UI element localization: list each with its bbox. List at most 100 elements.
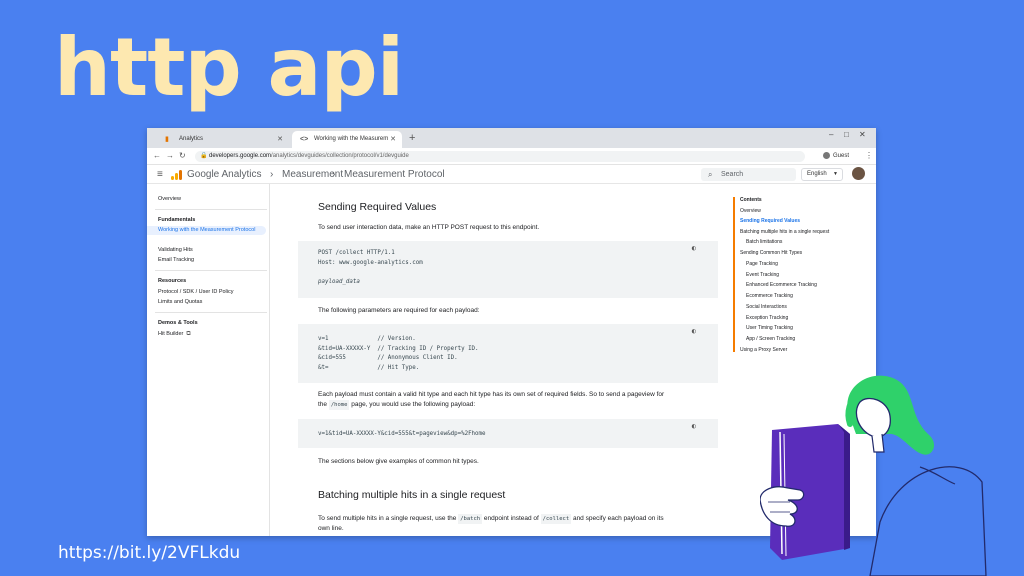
url-host: developers.google.com xyxy=(209,153,272,159)
close-tab-icon[interactable]: ✕ xyxy=(277,131,283,148)
nav-divider xyxy=(155,312,267,313)
more-menu-icon[interactable]: ⋮ xyxy=(865,151,873,160)
tab-analytics[interactable]: ▮ Analytics ✕ xyxy=(157,131,289,148)
breadcrumb-chevron-icon: › xyxy=(332,169,336,180)
paragraph: To send user interaction data, make an H… xyxy=(318,224,540,231)
nav-item-label: Hit Builder xyxy=(158,331,184,337)
nav-item-email-tracking[interactable]: Email Tracking xyxy=(158,257,266,264)
inline-code: /home xyxy=(328,400,350,410)
code-line: &tid=UA-XXXXX-Y // Tracking ID / Propert… xyxy=(318,345,479,352)
paragraph: The following parameters are required fo… xyxy=(318,307,480,314)
search-input[interactable]: ⌕ Search xyxy=(701,168,796,181)
close-tab-icon[interactable]: ✕ xyxy=(390,131,396,148)
toc-item[interactable]: Using a Proxy Server xyxy=(740,347,787,354)
toc-item[interactable]: App / Screen Tracking xyxy=(746,336,795,343)
toc-item[interactable]: Enhanced Ecommerce Tracking xyxy=(746,282,817,289)
profile-button[interactable]: Guest xyxy=(823,151,849,162)
toc-accent-bar xyxy=(733,197,735,352)
code-line: v=1&tid=UA-XXXXX-Y&cid=555&t=pageview&dp… xyxy=(318,431,486,437)
language-value: English xyxy=(807,171,827,177)
toc-item[interactable]: Exception Tracking xyxy=(746,315,788,322)
nav-item-validating-hits[interactable]: Validating Hits xyxy=(158,247,266,254)
theme-toggle-icon[interactable]: ◐ xyxy=(692,244,696,254)
toc-item[interactable]: Batch limitations xyxy=(746,239,782,246)
paragraph: To send multiple hits in a single reques… xyxy=(318,514,708,534)
paragraph-line: the /home page, you would use the follow… xyxy=(318,400,708,410)
back-icon[interactable]: ← xyxy=(153,151,161,161)
forward-icon[interactable]: → xyxy=(166,151,174,161)
avatar-icon xyxy=(823,151,830,159)
tab-label: Analytics xyxy=(179,136,204,142)
avatar[interactable] xyxy=(852,167,865,180)
nav-divider xyxy=(155,270,267,271)
code-block-pageview: ◐ v=1&tid=UA-XXXXX-Y&cid=555&t=pageview&… xyxy=(298,419,718,448)
paragraph: The sections below give examples of comm… xyxy=(318,458,479,465)
section-heading-batching: Batching multiple hits in a single reque… xyxy=(318,489,506,501)
short-url: https://bit.ly/2VFLkdu xyxy=(58,543,241,563)
profile-label: Guest xyxy=(833,153,850,159)
toc-item-active[interactable]: Sending Required Values xyxy=(740,218,800,225)
site-header: ≡ Google Analytics › Measurement › Measu… xyxy=(147,165,876,184)
code-block-post: ◐ POST /collect HTTP/1.1 Host: www.googl… xyxy=(298,241,718,298)
url-path: /analytics/devguides/collection/protocol… xyxy=(271,153,409,159)
google-analytics-logo-icon[interactable] xyxy=(171,170,183,180)
nav-item-working-with-measurement-protocol[interactable]: Working with the Measurement Protocol xyxy=(147,226,266,235)
code-block-params: ◐ v=1 // Version. &tid=UA-XXXXX-Y // Tra… xyxy=(298,324,718,383)
minimize-icon[interactable]: – xyxy=(829,130,833,139)
reload-icon[interactable]: ↻ xyxy=(179,151,186,161)
code-line: POST /collect HTTP/1.1 xyxy=(318,250,395,256)
toc-item[interactable]: Ecommerce Tracking xyxy=(746,293,793,300)
code-line: &t= // Hit Type. xyxy=(318,364,420,371)
toc-item[interactable]: User Timing Tracking xyxy=(746,325,793,332)
search-icon: ⌕ xyxy=(708,170,713,179)
toc-item[interactable]: Event Tracking xyxy=(746,272,779,279)
code-line: v=1 // Version. xyxy=(318,336,416,342)
url-field[interactable]: 🔒 developers.google.com/analytics/devgui… xyxy=(195,151,805,162)
code-favicon-icon: <> xyxy=(300,136,309,143)
theme-toggle-icon[interactable]: ◐ xyxy=(692,327,696,337)
inline-code: /collect xyxy=(540,514,572,524)
text: endpoint instead of xyxy=(483,515,539,522)
nav-heading-resources: Resources xyxy=(158,278,187,284)
paragraph: Each payload must contain a valid hit ty… xyxy=(318,390,708,410)
toc-item[interactable]: Overview xyxy=(740,208,761,215)
close-window-icon[interactable]: ✕ xyxy=(859,130,866,139)
left-nav: Overview Fundamentals Working with the M… xyxy=(147,184,269,536)
code-line: payload_data xyxy=(318,278,360,285)
section-heading-sending-required-values: Sending Required Values xyxy=(318,201,437,213)
brand-name[interactable]: Google Analytics xyxy=(187,169,262,181)
search-placeholder: Search xyxy=(721,171,744,178)
slide-title: http api xyxy=(54,21,404,114)
code-line: &cid=555 // Anonymous Client ID. xyxy=(318,355,458,361)
tab-bar: ▮ Analytics ✕ <> Working with the Measur… xyxy=(147,128,876,148)
nav-item-limits-quotas[interactable]: Limits and Quotas xyxy=(158,299,266,306)
language-select[interactable]: English ▼ xyxy=(801,168,843,181)
toc-item[interactable]: Page Tracking xyxy=(746,261,778,268)
nav-item-overview[interactable]: Overview xyxy=(158,196,266,203)
breadcrumb-measurement-protocol[interactable]: Measurement Protocol xyxy=(344,169,445,181)
nav-divider xyxy=(155,209,267,210)
analytics-favicon-icon: ▮ xyxy=(165,136,169,143)
new-tab-button[interactable]: + xyxy=(409,131,415,145)
toc-heading-contents: Contents xyxy=(740,197,762,203)
maximize-icon[interactable]: □ xyxy=(844,130,849,139)
external-link-icon: ⧉ xyxy=(186,331,191,337)
text: To send multiple hits in a single reques… xyxy=(318,515,457,522)
nav-item-hit-builder[interactable]: Hit Builder ⧉ xyxy=(158,331,266,338)
tab-label: Working with the Measurem xyxy=(314,136,389,142)
paragraph-line: own line. xyxy=(318,525,344,532)
toc-item[interactable]: Social Interactions xyxy=(746,304,787,311)
lock-icon: 🔒 xyxy=(200,153,208,159)
text: page, you would use the following payloa… xyxy=(351,401,476,408)
breadcrumb-chevron-icon: › xyxy=(270,169,274,180)
inline-code: /batch xyxy=(458,514,483,524)
toc-item[interactable]: Sending Common Hit Types xyxy=(740,250,802,257)
text: the xyxy=(318,401,328,408)
tab-measurement-protocol[interactable]: <> Working with the Measurem ✕ xyxy=(292,131,402,148)
chevron-down-icon: ▼ xyxy=(833,171,838,177)
hamburger-menu-icon[interactable]: ≡ xyxy=(157,169,163,180)
toc-item[interactable]: Batching multiple hits in a single reque… xyxy=(740,229,829,236)
theme-toggle-icon[interactable]: ◐ xyxy=(692,422,696,432)
nav-item-policy[interactable]: Protocol / SDK / User ID Policy xyxy=(158,289,266,296)
